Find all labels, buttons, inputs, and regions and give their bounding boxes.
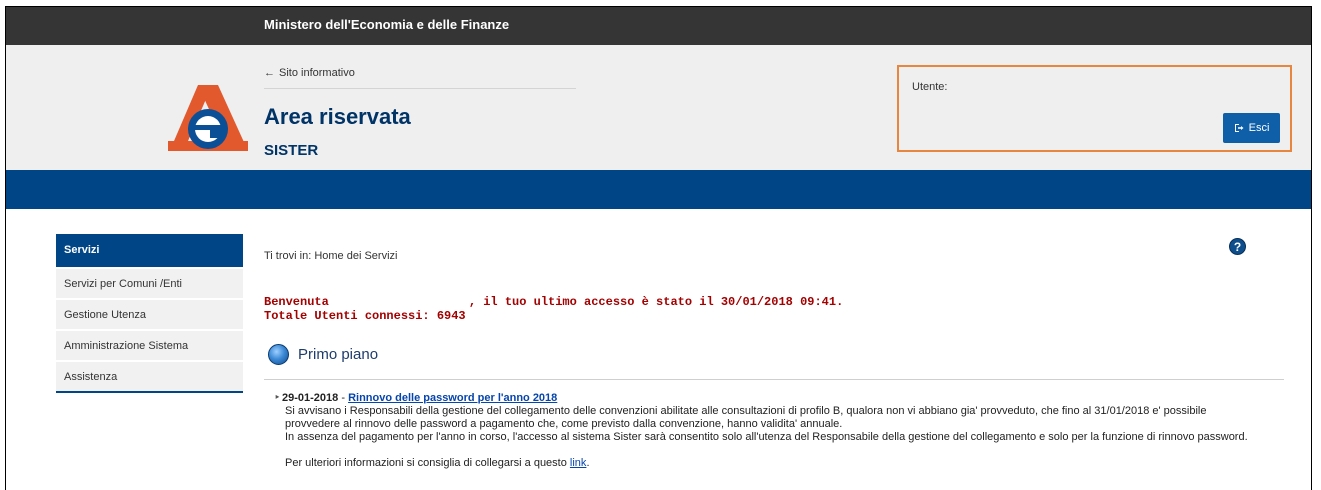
last-access: , il tuo ultimo accesso è stato il 30/01… — [468, 295, 844, 309]
welcome-message: Benvenuta , il tuo ultimo accesso è stato… — [264, 295, 843, 323]
breadcrumb: Ti trovi in: Home dei Servizi — [264, 250, 398, 262]
bullet-icon: ‣ — [274, 392, 281, 404]
connected-users: Totale Utenti connessi: 6943 — [264, 309, 466, 323]
more-info-link[interactable]: link — [570, 457, 587, 469]
more-info: Per ulteriori informazioni si consiglia … — [285, 457, 590, 469]
top-bar: Ministero dell'Economia e delle Finanze — [6, 7, 1311, 45]
welcome-prefix: Benvenuta — [264, 295, 329, 309]
ministry-title: Ministero dell'Economia e delle Finanze — [264, 17, 510, 32]
section-header: Primo piano — [268, 344, 378, 365]
page-title: Area riservata — [264, 104, 411, 129]
nav-band — [6, 170, 1311, 209]
page-subtitle: SISTER — [264, 142, 319, 159]
sidebar-item-amministrazione[interactable]: Amministrazione Sistema — [56, 329, 243, 360]
back-to-info-site-link[interactable]: ← Sito informativo — [264, 67, 355, 79]
sidebar: Servizi Servizi per Comuni /Enti Gestion… — [56, 234, 243, 393]
user-box: Utente: Esci — [897, 65, 1292, 152]
sidebar-heading[interactable]: Servizi — [56, 234, 243, 267]
header: ← Sito informativo Area riservata SISTER … — [6, 45, 1311, 170]
page-frame: Ministero dell'Economia e delle Finanze … — [5, 6, 1312, 490]
sidebar-item-servizi-comuni[interactable]: Servizi per Comuni /Enti — [56, 267, 243, 298]
news-body: Si avvisano i Responsabili della gestion… — [285, 405, 1248, 443]
news-item: ‣ 29-01-2018 - Rinnovo delle password per… — [274, 392, 1304, 470]
sign-out-icon — [1234, 124, 1244, 132]
agenzia-entrate-logo[interactable] — [168, 83, 248, 155]
news-date: 29-01-2018 — [282, 392, 339, 404]
news-title-link[interactable]: Rinnovo delle password per l'anno 2018 — [348, 392, 557, 404]
globe-icon — [268, 344, 289, 365]
section-title: Primo piano — [298, 346, 379, 363]
sidebar-item-gestione-utenza[interactable]: Gestione Utenza — [56, 298, 243, 329]
user-label: Utente: — [912, 81, 948, 93]
help-icon[interactable]: ? — [1229, 238, 1246, 255]
divider — [264, 88, 576, 89]
sidebar-item-assistenza[interactable]: Assistenza — [56, 360, 243, 391]
arrow-left-icon: ← — [264, 67, 275, 79]
logout-button[interactable]: Esci — [1223, 113, 1280, 143]
section-divider — [264, 379, 1284, 380]
